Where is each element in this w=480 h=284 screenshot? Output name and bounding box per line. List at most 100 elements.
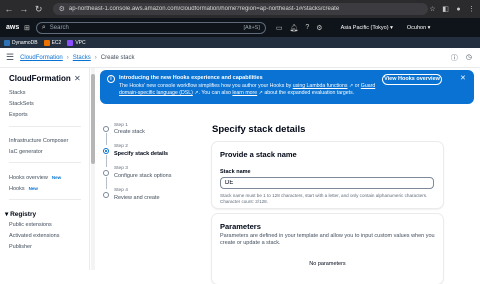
- step-4-label: Step 4: [114, 188, 128, 193]
- clock-icon[interactable]: ◷: [466, 53, 472, 63]
- chevron-right-icon: ›: [94, 54, 97, 61]
- page-title: Specify stack details: [212, 124, 306, 135]
- aws-logo-icon[interactable]: aws: [6, 24, 20, 31]
- step-2-name: Specify stack details: [114, 151, 169, 157]
- site-info-icon[interactable]: ⚙: [59, 5, 65, 13]
- notifications-icon[interactable]: 🔔︎: [290, 24, 299, 32]
- favorite-vpc[interactable]: VPC: [67, 39, 86, 46]
- sidebar-divider: [9, 199, 81, 200]
- browser-menu-icon[interactable]: ⋮: [467, 5, 476, 14]
- bookmark-star-icon[interactable]: ☆: [428, 5, 437, 14]
- close-icon[interactable]: ✕: [74, 74, 81, 83]
- close-icon[interactable]: ✕: [460, 74, 466, 82]
- favorite-label: VPC: [75, 39, 86, 46]
- cloudshell-icon[interactable]: ▭: [276, 24, 283, 32]
- breadcrumb-current: Create stack: [100, 54, 135, 61]
- breadcrumb: ☰ CloudFormation › Stacks › Create stack…: [0, 48, 480, 68]
- step-4-name: Review and create: [114, 195, 160, 201]
- panel-title: Provide a stack name: [220, 150, 297, 159]
- url-text: ap-northeast-1.console.aws.amazon.com/cl…: [68, 6, 340, 12]
- aws-top-nav: aws ⊞ ⌕ Search [Alt+S] ▭ 🔔︎ ? ⚙ Asia Pac…: [0, 18, 480, 37]
- step-3-dot: [103, 170, 109, 176]
- step-2-dot: [103, 148, 109, 154]
- reload-icon[interactable]: ↻: [33, 3, 45, 15]
- search-icon: ⌕: [41, 23, 46, 31]
- search-input[interactable]: ⌕ Search [Alt+S]: [35, 21, 266, 34]
- favorite-label: DynamoDB: [12, 39, 38, 46]
- sidebar-item-activated-extensions[interactable]: Activated extensions: [9, 233, 59, 239]
- sidebar-item-stacks[interactable]: Stacks: [9, 90, 26, 96]
- learn-more-link[interactable]: learn more: [232, 90, 257, 96]
- sidebar-item-exports[interactable]: Exports: [9, 112, 28, 118]
- flash-title: Introducing the new Hooks experience and…: [119, 75, 263, 81]
- stack-name-hint: Stack name must be 1 to 128 characters, …: [220, 193, 428, 204]
- sidebar-item-hooks[interactable]: Hooks New: [9, 186, 38, 192]
- account-menu[interactable]: Ocuhon ▾: [407, 25, 431, 31]
- step-connector: [105, 177, 107, 189]
- sidebar-item-hooks-overview[interactable]: Hooks overview New: [9, 175, 61, 181]
- address-bar[interactable]: ⚙ ap-northeast-1.console.aws.amazon.com/…: [52, 3, 429, 15]
- sidebar-item-iac-generator[interactable]: IaC generator: [9, 149, 43, 155]
- sidebar-item-infrastructure-composer[interactable]: Infrastructure Composer: [9, 138, 68, 144]
- profile-icon[interactable]: ●: [454, 5, 463, 14]
- dynamodb-icon: [4, 39, 10, 46]
- hooks-flash-banner: i Introducing the new Hooks experience a…: [100, 70, 474, 104]
- step-1-label: Step 1: [114, 123, 128, 128]
- section-label: Registry: [10, 211, 37, 218]
- sidebar-item-label: Hooks overview: [9, 175, 48, 181]
- vpc-icon: [67, 39, 74, 46]
- favorite-label: EC2: [51, 39, 62, 46]
- services-grid-icon[interactable]: ⊞: [24, 24, 30, 32]
- favorite-dynamodb[interactable]: DynamoDB: [4, 39, 38, 46]
- panel-title: Parameters: [220, 222, 261, 231]
- sidebar-item-publisher[interactable]: Publisher: [9, 244, 32, 250]
- step-connector: [105, 133, 107, 145]
- lambda-functions-link[interactable]: using Lambda functions: [293, 83, 348, 89]
- sidebar-item-public-extensions[interactable]: Public extensions: [9, 222, 52, 228]
- sidebar-scrollbar[interactable]: [91, 68, 95, 270]
- step-connector: [105, 155, 107, 167]
- chevron-right-icon: ›: [66, 54, 69, 61]
- browser-toolbar: ← → ↻ ⚙ ap-northeast-1.console.aws.amazo…: [0, 0, 480, 18]
- forward-icon[interactable]: →: [18, 3, 30, 15]
- info-panel-icon[interactable]: ⓘ: [451, 53, 458, 63]
- help-icon[interactable]: ?: [305, 24, 309, 32]
- wizard-steps: Step 1 Create stack Step 2 Specify stack…: [102, 118, 202, 218]
- parameters-description: Parameters are defined in your template …: [220, 233, 435, 246]
- ec2-icon: [43, 39, 50, 46]
- step-2-label: Step 2: [114, 144, 128, 149]
- search-placeholder: Search: [49, 24, 69, 31]
- no-parameters-text: No parameters: [309, 261, 346, 267]
- favorites-bar: DynamoDB EC2 VPC: [0, 37, 480, 48]
- flash-body: The Hooks' new console workflow simplifi…: [119, 83, 376, 96]
- step-3-label: Step 3: [114, 166, 128, 171]
- sidebar-divider: [9, 126, 81, 127]
- sidebar-divider: [9, 162, 81, 163]
- breadcrumb-stacks[interactable]: Stacks: [73, 55, 91, 61]
- search-shortcut: [Alt+S]: [243, 24, 260, 31]
- sidebar-item-stacksets[interactable]: StackSets: [9, 101, 34, 107]
- favorite-ec2[interactable]: EC2: [43, 39, 62, 46]
- settings-icon[interactable]: ⚙: [316, 24, 322, 32]
- stack-name-input[interactable]: [220, 177, 434, 189]
- step-1-name[interactable]: Create stack: [114, 129, 145, 135]
- extensions-icon[interactable]: ◧: [441, 5, 450, 14]
- step-4-dot: [103, 192, 109, 198]
- stack-name-panel: Provide a stack name Stack name Stack na…: [212, 142, 443, 208]
- menu-toggle-icon[interactable]: ☰: [6, 52, 14, 63]
- scrollbar-thumb[interactable]: [91, 74, 95, 164]
- sidebar-item-label: Hooks: [9, 186, 25, 192]
- parameters-panel: Parameters Parameters are defined in you…: [212, 214, 443, 284]
- region-selector[interactable]: Asia Pacific (Tokyo) ▾: [341, 25, 393, 31]
- step-1-dot: [103, 126, 109, 132]
- breadcrumb-cloudformation[interactable]: CloudFormation: [20, 55, 63, 61]
- new-badge: New: [51, 175, 62, 180]
- stack-name-label: Stack name: [220, 169, 251, 175]
- sidebar-title: CloudFormation: [9, 74, 71, 83]
- new-badge: New: [28, 186, 38, 191]
- back-icon[interactable]: ←: [3, 3, 15, 15]
- sidebar: CloudFormation ✕ Stacks StackSets Export…: [0, 68, 90, 270]
- info-icon: i: [107, 75, 115, 83]
- view-hooks-overview-button[interactable]: View Hooks overview: [382, 74, 442, 85]
- sidebar-section-registry[interactable]: ▾ Registry: [5, 210, 36, 218]
